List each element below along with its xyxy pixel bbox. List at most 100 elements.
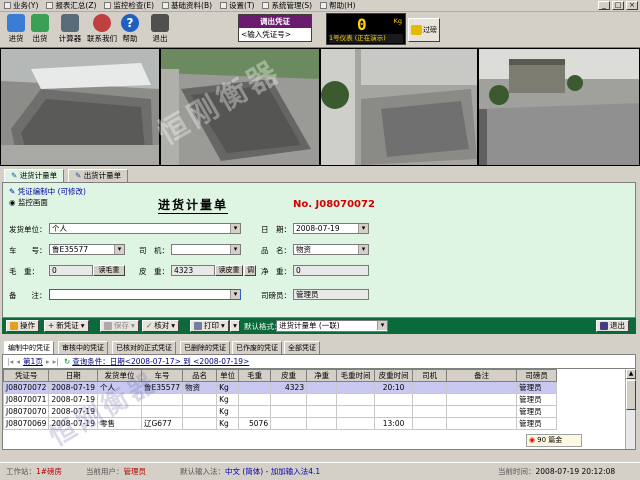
minimize-button[interactable]: _	[598, 1, 610, 10]
cell-weigher: 管理员	[516, 381, 558, 394]
maximize-button[interactable]: □	[612, 1, 624, 10]
camera-4-image	[479, 49, 639, 165]
print-dropdown-button[interactable]: ▾	[230, 320, 240, 332]
close-button[interactable]: ×	[626, 1, 638, 10]
save-button[interactable]: 保存 ▾	[100, 320, 139, 332]
menu-monitor[interactable]: 监控检查(E)	[100, 0, 158, 11]
menu-settings[interactable]: 设置(T)	[216, 0, 258, 11]
ime-badge[interactable]: ◉ 90 篇金	[526, 434, 582, 447]
tab-voided-vouchers[interactable]: 已作废的凭证	[232, 341, 282, 354]
menu-business[interactable]: 业务(Y)	[0, 0, 42, 11]
voucher-number-input[interactable]: <输入凭证号>	[239, 28, 311, 41]
menu-monitor-icon	[104, 2, 112, 9]
weight-unit: Kg	[393, 17, 402, 25]
column-header[interactable]: 毛重	[238, 369, 272, 382]
first-page-icon[interactable]: |◂	[7, 357, 13, 366]
cell-date: 2008-07-19	[48, 381, 98, 394]
cell-tare: 4323	[270, 381, 308, 394]
menu-report[interactable]: 报表汇总(Z)	[42, 0, 100, 11]
tab-all-vouchers[interactable]: 全部凭证	[284, 341, 320, 354]
plate-select[interactable]: 鲁E35577	[49, 244, 125, 255]
column-header[interactable]: 皮重时间	[374, 369, 414, 382]
cell-gross-time	[336, 393, 376, 406]
voucher-type-tabs: ✎ 进货计量单 ✎ 出货计量单	[0, 168, 640, 182]
last-page-icon[interactable]: ▸|	[53, 357, 59, 366]
table-row[interactable]: J08070070 2008-07-19 Kg 管理员	[2, 405, 558, 418]
next-page-icon[interactable]: ▸	[46, 357, 50, 366]
column-header[interactable]: 毛重时间	[336, 369, 376, 382]
contact-button[interactable]: 联系我们	[87, 14, 117, 46]
cell-net	[306, 393, 338, 406]
cell-remark	[446, 381, 518, 394]
cell-voucher-no: J08070072	[2, 381, 50, 394]
camera-feed-2[interactable]	[161, 49, 319, 165]
outbound-button[interactable]: 出货	[26, 14, 54, 46]
scroll-up-icon[interactable]: ▲	[626, 369, 636, 379]
read-tare-button[interactable]: 读皮重	[215, 265, 243, 276]
column-header[interactable]: 品名	[182, 369, 218, 382]
tare-label: 皮 重：	[139, 267, 169, 276]
table-row[interactable]: J08070069 2008-07-19 零售 辽G677 Kg 5076 13…	[2, 417, 558, 430]
menu-basic-data[interactable]: 基础资料(B)	[158, 0, 216, 11]
pencil-icon: ✎	[9, 187, 16, 196]
date-picker[interactable]: 2008-07-19	[293, 223, 369, 234]
print-button[interactable]: 打印 ▾	[190, 320, 229, 332]
tab-reviewing-vouchers[interactable]: 审核中的凭证	[58, 341, 108, 354]
driver-select[interactable]	[171, 244, 241, 255]
column-header[interactable]: 凭证号	[2, 369, 50, 382]
inbound-icon	[7, 14, 25, 32]
camera-feed-1[interactable]	[1, 49, 159, 165]
monitor-link[interactable]: ◉ 监控画面	[9, 197, 48, 208]
column-header[interactable]: 司磅员	[516, 369, 558, 382]
camera-feed-4[interactable]	[479, 49, 639, 165]
table-row[interactable]: J08070071 2008-07-19 Kg 管理员	[2, 393, 558, 406]
exit-button[interactable]: 退出	[146, 14, 174, 46]
sender-select[interactable]: 个人	[49, 223, 241, 234]
menu-system[interactable]: 系统管理(S)	[258, 0, 316, 11]
column-header[interactable]: 皮重	[270, 369, 308, 382]
weigh-button[interactable]: 过磅	[408, 18, 440, 42]
column-header[interactable]: 司机	[412, 369, 448, 382]
column-header[interactable]: 单位	[216, 369, 240, 382]
grid-scrollbar[interactable]: ▲	[625, 369, 636, 449]
scroll-thumb[interactable]	[626, 380, 636, 410]
column-header[interactable]: 发货单位	[96, 369, 142, 382]
new-voucher-button[interactable]: + 新凭证 ▾	[44, 320, 89, 332]
tab-inbound[interactable]: ✎ 进货计量单	[4, 169, 65, 182]
help-button[interactable]: ? 帮助	[116, 14, 144, 46]
user-status: 当前用户：管理员	[86, 467, 146, 476]
tab-editing-vouchers[interactable]: 编制中的凭证	[4, 341, 54, 354]
cell-gross-time	[336, 405, 376, 418]
column-header[interactable]: 净重	[306, 369, 338, 382]
calculator-button[interactable]: 计算器	[56, 14, 84, 46]
cell-tare-time: 20:10	[374, 381, 414, 394]
audit-button[interactable]: ✓ 核对 ▾	[142, 320, 180, 332]
goods-select[interactable]: 物资	[293, 244, 369, 255]
tab-outbound[interactable]: ✎ 出货计量单	[68, 169, 129, 182]
table-row[interactable]: J08070072 2008-07-19 个人 鲁E35577 物资 Kg 43…	[2, 381, 558, 394]
gross-input[interactable]: 0	[49, 265, 93, 276]
refresh-icon[interactable]: ↻	[64, 357, 70, 366]
column-header[interactable]: 车号	[140, 369, 184, 382]
read-gross-button[interactable]: 读毛重	[93, 265, 125, 276]
tare-input[interactable]: 4323	[171, 265, 215, 276]
default-format-select[interactable]: 进货计量单 (一联)	[276, 320, 388, 332]
column-header[interactable]: 日期	[48, 369, 98, 382]
camera-feed-3[interactable]	[321, 49, 477, 165]
gross-label: 毛 重：	[9, 267, 39, 276]
page-indicator[interactable]: 第1页	[23, 356, 43, 367]
query-condition-link[interactable]: 查询条件：日期<2008-07-17> 到 <2008-07-19>	[72, 356, 249, 367]
cell-driver	[412, 417, 448, 430]
column-header[interactable]: 备注	[446, 369, 518, 382]
tab-verified-vouchers[interactable]: 已核对的正式凭证	[112, 341, 176, 354]
menu-help[interactable]: 帮助(H)	[316, 0, 360, 11]
exit-form-button[interactable]: 退出	[596, 320, 629, 332]
cell-voucher-no: J08070071	[2, 393, 50, 406]
remark-input[interactable]	[49, 289, 241, 300]
adjust-button[interactable]: 调	[244, 265, 256, 276]
prev-page-icon[interactable]: ◂	[16, 357, 20, 366]
form-title: 进货计量单	[158, 198, 229, 214]
operate-button[interactable]: 操作	[6, 320, 39, 332]
cell-tare	[270, 417, 308, 430]
tab-deleted-vouchers[interactable]: 已删除的凭证	[180, 341, 230, 354]
